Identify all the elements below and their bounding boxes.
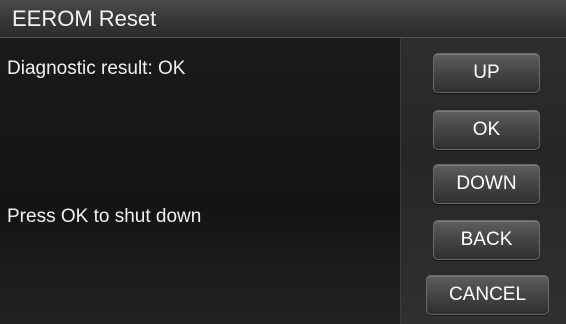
message-area: Diagnostic result: OK Press OK to shut d…: [0, 38, 400, 324]
title-bar: EEROM Reset: [0, 0, 566, 38]
back-button[interactable]: BACK: [433, 220, 540, 260]
up-button[interactable]: UP: [433, 53, 540, 93]
shutdown-prompt-text: Press OK to shut down: [7, 206, 202, 227]
down-button[interactable]: DOWN: [433, 164, 540, 204]
cancel-button[interactable]: CANCEL: [426, 275, 549, 315]
diagnostic-result-text: Diagnostic result: OK: [7, 58, 186, 79]
ok-button[interactable]: OK: [433, 110, 540, 150]
eerom-reset-screen: EEROM Reset Diagnostic result: OK Press …: [0, 0, 566, 324]
page-title: EEROM Reset: [12, 6, 157, 31]
